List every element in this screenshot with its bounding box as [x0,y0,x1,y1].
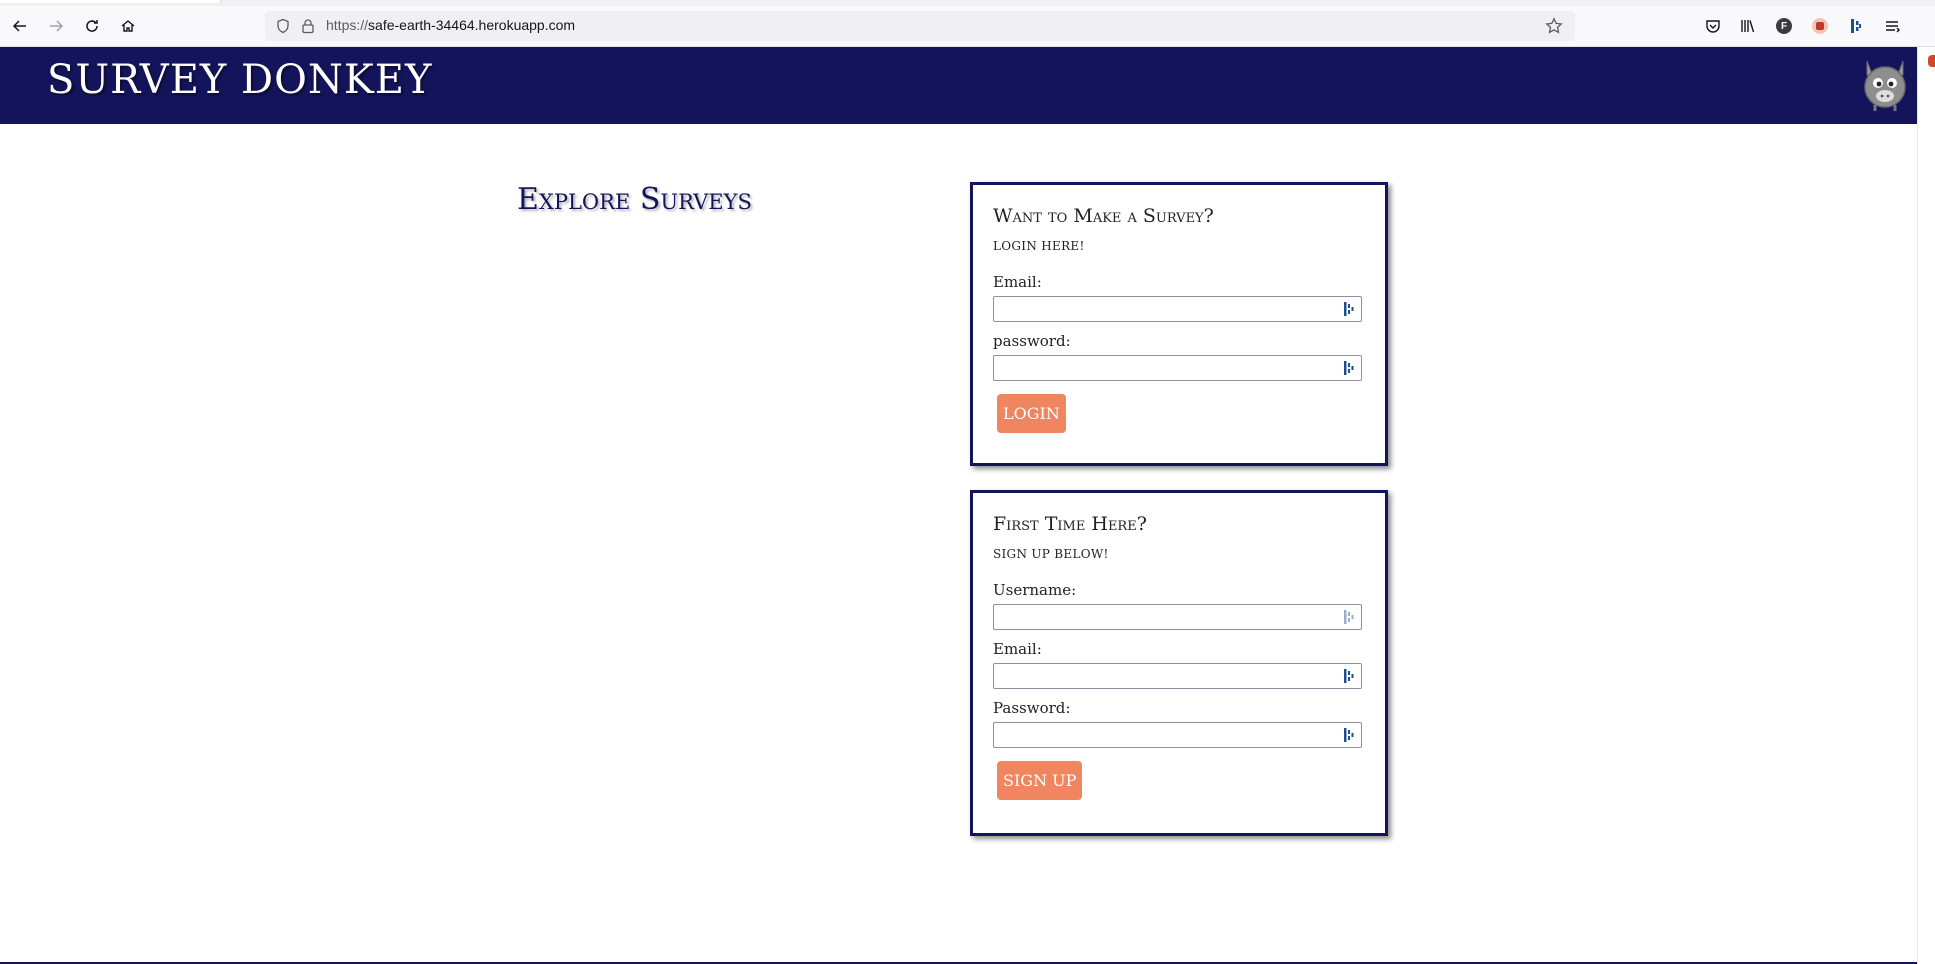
site-header: SURVEY DONKEY [0,47,1917,124]
signup-card-subtitle: sign up below! [993,547,1109,561]
signup-password-input[interactable] [994,723,1336,745]
password-manager-field-icon[interactable] [1343,361,1355,375]
url-bar[interactable]: https://safe-earth-34464.herokuapp.com [265,11,1575,41]
url-text[interactable]: https://safe-earth-34464.herokuapp.com [326,17,575,33]
signup-email-field[interactable] [993,663,1362,689]
password-manager-field-icon[interactable] [1343,728,1355,742]
login-password-input[interactable] [994,356,1336,378]
login-email-label: Email: [993,273,1042,291]
signup-card-title: First Time Here? [993,513,1147,535]
reload-icon[interactable] [78,12,106,40]
login-card: Want to Make a Survey? login here! Email… [970,182,1388,466]
url-scheme: https:// [326,17,369,33]
extension-f-letter: F [1776,18,1792,34]
signup-password-field[interactable] [993,722,1362,748]
password-manager-field-icon[interactable] [1343,669,1355,683]
browser-toolbar: https://safe-earth-34464.herokuapp.com F [0,6,1935,47]
password-manager-field-icon[interactable] [1343,610,1355,624]
signup-username-input[interactable] [994,605,1336,627]
donkey-avatar-icon[interactable] [1861,57,1909,113]
signup-card: First Time Here? sign up below! Username… [970,490,1388,836]
login-password-field[interactable] [993,355,1362,381]
signup-username-field[interactable] [993,604,1362,630]
scroll-indicator [1928,55,1935,67]
back-icon[interactable] [6,12,34,40]
password-manager-field-icon[interactable] [1343,302,1355,316]
signup-username-label: Username: [993,581,1077,599]
lock-icon[interactable] [300,18,316,34]
signup-email-label: Email: [993,640,1042,658]
site-title[interactable]: SURVEY DONKEY [47,57,432,103]
login-card-subtitle: login here! [993,239,1085,253]
menu-icon[interactable] [1882,16,1902,36]
signup-password-label: Password: [993,699,1071,717]
login-card-title: Want to Make a Survey? [993,205,1214,227]
url-host: safe-earth-34464.herokuapp.com [368,17,576,33]
library-icon[interactable] [1738,16,1758,36]
login-email-input[interactable] [994,297,1336,319]
page-scrollbar[interactable] [1917,47,1935,964]
login-button[interactable]: LOGIN [997,394,1066,433]
password-manager-icon[interactable] [1846,16,1866,36]
explore-surveys-heading: Explore Surveys [517,182,752,217]
signup-button[interactable]: SIGN UP [997,761,1083,800]
pocket-icon[interactable] [1703,16,1723,36]
signup-email-input[interactable] [994,664,1336,686]
login-email-field[interactable] [993,296,1362,322]
bookmark-star-icon[interactable] [1545,17,1563,35]
extension-f-icon[interactable]: F [1774,16,1794,36]
extension-h-icon[interactable] [1810,16,1830,36]
forward-icon[interactable] [42,12,70,40]
login-password-label: password: [993,332,1071,350]
active-tab[interactable] [0,0,221,3]
shield-icon[interactable] [275,18,291,34]
home-icon[interactable] [114,12,142,40]
